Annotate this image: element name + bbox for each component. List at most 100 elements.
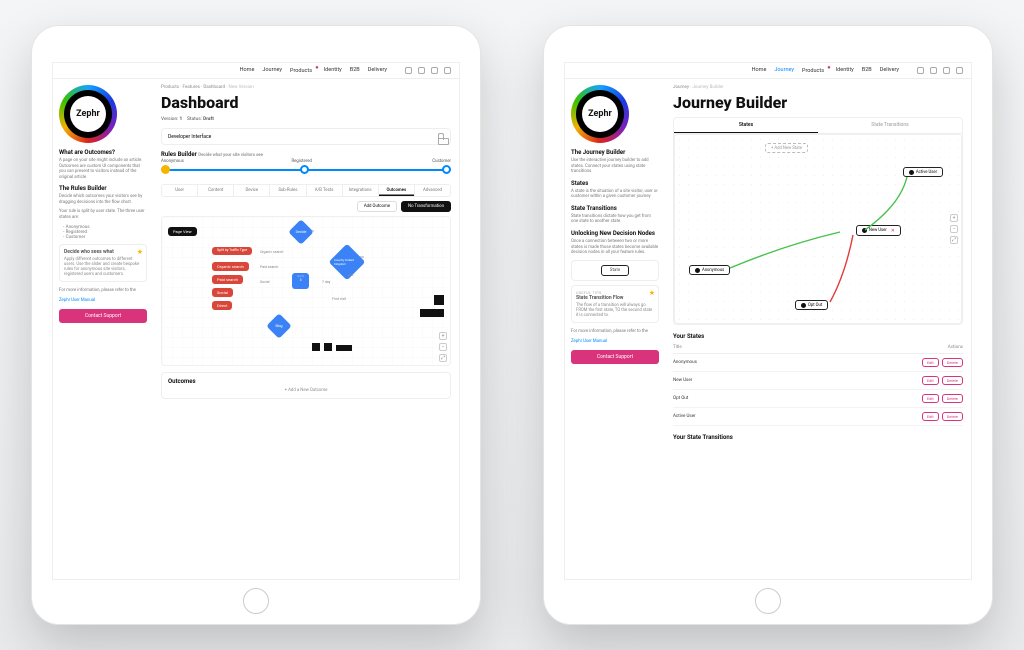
edit-button[interactable]: Edit: [922, 412, 939, 421]
node-page-view[interactable]: Page View: [168, 227, 197, 236]
edit-button[interactable]: Edit: [922, 394, 939, 403]
crumb[interactable]: Products: [161, 85, 179, 90]
nav-utility-icons: [405, 67, 451, 74]
diamond-icon[interactable]: [418, 67, 425, 74]
tab-subrules[interactable]: Sub-Rules: [270, 185, 306, 196]
slider-handle-cust[interactable]: [442, 165, 451, 174]
node-social[interactable]: Social: [212, 288, 233, 297]
node-end-2[interactable]: [420, 309, 444, 317]
zoom-out-icon[interactable]: −: [439, 343, 447, 351]
top-nav: Home Journey Products● Identity B2B Deli…: [53, 63, 459, 79]
zoom-in-icon[interactable]: +: [950, 214, 958, 222]
node-paid[interactable]: Paid search: [212, 275, 243, 284]
delete-button[interactable]: Delete: [942, 412, 963, 421]
nav-products[interactable]: Products●: [802, 67, 828, 74]
nav-home[interactable]: Home: [752, 67, 767, 74]
contact-support-button[interactable]: Contact Support: [59, 309, 147, 323]
tab-outcomes[interactable]: Outcomes: [379, 185, 415, 196]
zoom-in-icon[interactable]: +: [439, 332, 447, 340]
top-nav: Home Journey Products● Identity B2B Deli…: [565, 63, 971, 79]
edit-button[interactable]: Edit: [922, 358, 939, 367]
edit-button[interactable]: Edit: [922, 376, 939, 385]
node-traffic-type[interactable]: Split by Traffic Type: [212, 247, 252, 255]
state-new-user[interactable]: New User✕: [856, 225, 901, 236]
nav-journey[interactable]: Journey: [774, 67, 794, 74]
delete-button[interactable]: Delete: [942, 376, 963, 385]
slider-handle-reg[interactable]: [300, 165, 309, 174]
add-outcome-link[interactable]: + Add a New Outcome: [168, 388, 444, 393]
tab-abtests[interactable]: A/B Tests: [307, 185, 343, 196]
star-icon: ★: [649, 289, 655, 297]
external-link-icon[interactable]: [917, 67, 924, 74]
node-sq-3[interactable]: [336, 345, 352, 351]
nav-items: Home Journey Products● Identity B2B Deli…: [240, 67, 387, 74]
tab-device[interactable]: Device: [234, 185, 270, 196]
home-button-icon[interactable]: [243, 588, 269, 614]
nav-identity[interactable]: Identity: [324, 67, 342, 74]
add-outcome-button[interactable]: Add Outcome: [357, 201, 397, 212]
state-active-user[interactable]: Active User: [903, 167, 943, 177]
gear-icon[interactable]: [943, 67, 950, 74]
gear-icon[interactable]: [431, 67, 438, 74]
node-organic[interactable]: Organic search: [212, 262, 249, 271]
delete-button[interactable]: Delete: [942, 358, 963, 367]
node-sq-1[interactable]: [312, 343, 320, 351]
table-row: AnonymousEditDelete: [673, 354, 963, 372]
user-icon[interactable]: [956, 67, 963, 74]
state-anonymous[interactable]: Anonymous: [689, 265, 730, 275]
journey-canvas[interactable]: + Add New State Active User New User✕ An…: [674, 134, 962, 324]
label-yes: yes: [348, 273, 353, 277]
user-state-slider[interactable]: Anonymous Registered Customer: [161, 162, 451, 178]
state-opt-out[interactable]: Opt Out: [795, 300, 828, 310]
contact-support-button[interactable]: Contact Support: [571, 350, 659, 364]
label-no-1: no: [310, 229, 314, 233]
no-transformation-button[interactable]: No Transformation: [401, 201, 451, 212]
close-icon[interactable]: ✕: [891, 228, 895, 234]
nav-b2b[interactable]: B2B: [350, 67, 360, 74]
nav-delivery[interactable]: Delivery: [880, 67, 899, 74]
node-blue-1[interactable]: ~~~3: [292, 273, 309, 289]
diamond-icon[interactable]: [930, 67, 937, 74]
label-first-visit: First visit: [332, 297, 346, 301]
tab-integrations[interactable]: Integrations: [343, 185, 379, 196]
crumb[interactable]: Dashboard: [203, 85, 225, 90]
crumb[interactable]: Journey: [673, 85, 689, 90]
home-button-icon[interactable]: [755, 588, 781, 614]
nav-products[interactable]: Products●: [290, 67, 316, 74]
manual-link[interactable]: Zephr User Manual: [59, 298, 147, 304]
fit-icon[interactable]: ⤢: [950, 236, 958, 244]
page-title: Dashboard: [161, 93, 451, 112]
nav-delivery[interactable]: Delivery: [368, 67, 387, 74]
node-end-1[interactable]: [434, 295, 444, 305]
add-state-button[interactable]: + Add New State: [765, 143, 808, 153]
nav-home[interactable]: Home: [240, 67, 255, 74]
manual-link[interactable]: Zephr User Manual: [571, 339, 659, 345]
col-title: Title: [673, 345, 913, 350]
delete-button[interactable]: Delete: [942, 394, 963, 403]
decision-country[interactable]: Country United Kingdom: [329, 244, 366, 281]
developer-interface-panel[interactable]: Developer Interface: [161, 128, 451, 145]
screen-right: Home Journey Products● Identity B2B Deli…: [564, 62, 972, 580]
decision-blog[interactable]: Blog: [266, 313, 291, 338]
side-p1: A page on your site might include an art…: [59, 158, 147, 180]
products-badge-icon: ●: [827, 64, 831, 71]
fit-icon[interactable]: ⤢: [439, 354, 447, 362]
slider-handle-anon[interactable]: [161, 165, 170, 174]
nav-b2b[interactable]: B2B: [862, 67, 872, 74]
user-icon[interactable]: [444, 67, 451, 74]
node-direct[interactable]: Direct: [212, 301, 232, 310]
external-link-icon[interactable]: [405, 67, 412, 74]
rules-canvas[interactable]: Page View Split by Traffic Type Organic …: [161, 216, 451, 366]
tab-user[interactable]: User: [162, 185, 198, 196]
tab-states[interactable]: States: [674, 118, 818, 133]
tab-transitions[interactable]: State Transitions: [818, 118, 962, 133]
crumb[interactable]: Features: [182, 85, 199, 90]
node-sq-2[interactable]: [324, 343, 332, 351]
nav-identity[interactable]: Identity: [836, 67, 854, 74]
nav-journey[interactable]: Journey: [262, 67, 282, 74]
brand-name: Zephr: [582, 96, 618, 132]
zoom-out-icon[interactable]: −: [950, 225, 958, 233]
tab-advanced[interactable]: Advanced: [415, 185, 450, 196]
tab-content[interactable]: Content: [198, 185, 234, 196]
sidebar-left: Zephr What are Outcomes? A page on your …: [53, 79, 153, 579]
